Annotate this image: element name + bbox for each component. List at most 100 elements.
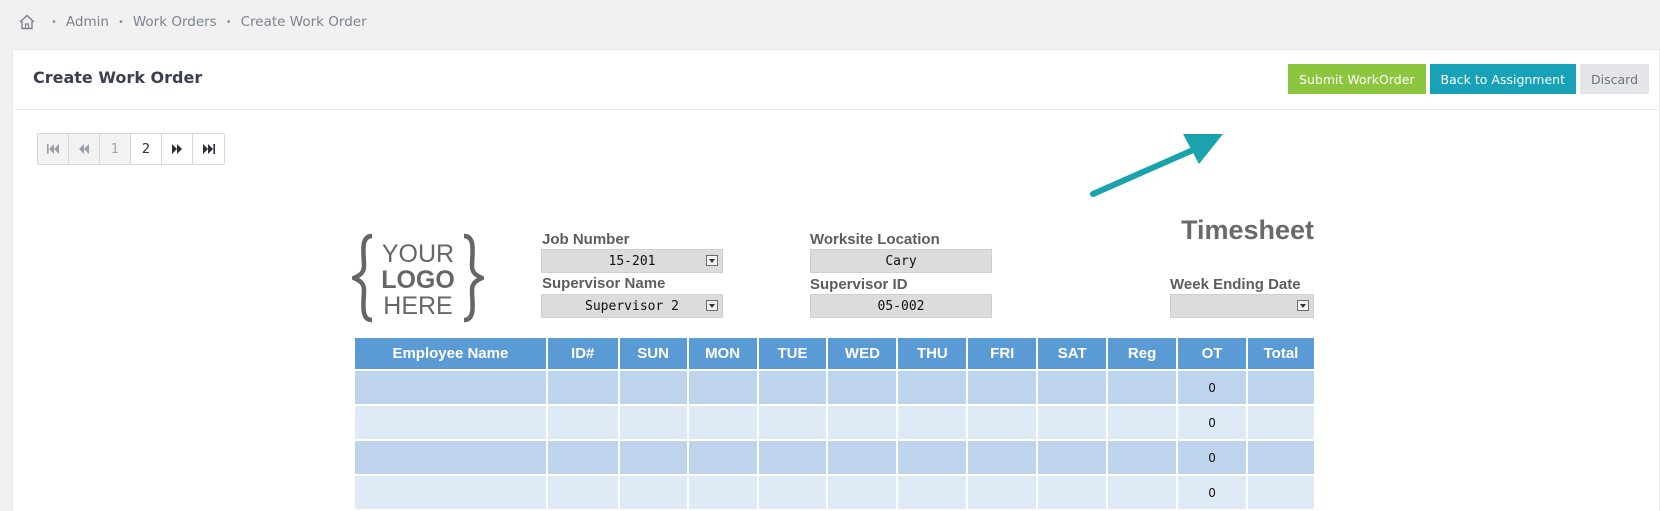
ot-cell: 0: [1178, 371, 1246, 404]
home-icon[interactable]: [18, 13, 36, 31]
page-2-button[interactable]: 2: [131, 134, 162, 164]
reg-cell: [1108, 371, 1177, 404]
tue-cell[interactable]: [758, 371, 827, 404]
sat-cell[interactable]: [1038, 406, 1107, 439]
header-actions: Submit WorkOrder Back to Assignment Disc…: [1288, 64, 1649, 94]
job-number-label: Job Number: [542, 231, 630, 248]
worksite-location-field[interactable]: Cary: [810, 249, 992, 273]
breadcrumb-admin[interactable]: Admin: [66, 14, 109, 30]
employee-name-cell[interactable]: [355, 441, 546, 474]
column-header-fri: FRI: [968, 338, 1037, 369]
sun-cell[interactable]: [619, 476, 687, 509]
timesheet-table: Employee Name ID# SUN MON TUE WED THU FR…: [353, 336, 1316, 511]
first-page-button[interactable]: [38, 134, 69, 164]
tue-cell[interactable]: [758, 406, 827, 439]
thu-cell[interactable]: [898, 371, 967, 404]
sun-cell[interactable]: [619, 371, 687, 404]
breadcrumb-separator: •: [51, 16, 57, 28]
supervisor-name-select[interactable]: Supervisor 2: [541, 294, 723, 318]
employee-name-cell[interactable]: [355, 371, 546, 404]
ot-cell: 0: [1178, 441, 1246, 474]
table-row: 0: [355, 371, 1314, 404]
submit-workorder-button[interactable]: Submit WorkOrder: [1288, 64, 1426, 94]
wed-cell[interactable]: [828, 406, 897, 439]
worksite-location-value: Cary: [885, 253, 917, 269]
table-header-row: Employee Name ID# SUN MON TUE WED THU FR…: [355, 338, 1314, 369]
back-to-assignment-button[interactable]: Back to Assignment: [1429, 64, 1576, 94]
company-logo: YOUR LOGO HERE: [352, 233, 484, 323]
sat-cell[interactable]: [1038, 371, 1107, 404]
column-header-sat: SAT: [1038, 338, 1107, 369]
job-number-select[interactable]: 15-201: [541, 249, 723, 273]
supervisor-name-label: Supervisor Name: [542, 275, 666, 292]
page-title: Create Work Order: [33, 68, 203, 87]
thu-cell[interactable]: [898, 476, 967, 509]
mon-cell[interactable]: [688, 441, 757, 474]
page-1-button[interactable]: 1: [100, 134, 131, 164]
chevron-down-icon[interactable]: [1297, 300, 1309, 311]
breadcrumb-work-orders[interactable]: Work Orders: [133, 14, 217, 30]
breadcrumb: • Admin • Work Orders • Create Work Orde…: [18, 11, 367, 33]
sat-cell[interactable]: [1038, 441, 1107, 474]
employee-id-cell[interactable]: [547, 441, 618, 474]
fri-cell[interactable]: [968, 476, 1037, 509]
chevron-down-icon[interactable]: [706, 300, 718, 311]
total-cell: [1247, 371, 1314, 404]
week-ending-date-label: Week Ending Date: [1170, 276, 1301, 293]
employee-id-cell[interactable]: [547, 476, 618, 509]
mon-cell[interactable]: [688, 476, 757, 509]
wed-cell[interactable]: [828, 441, 897, 474]
last-page-button[interactable]: [193, 134, 224, 164]
tue-cell[interactable]: [758, 476, 827, 509]
previous-page-button[interactable]: [69, 134, 100, 164]
job-number-value: 15-201: [608, 253, 656, 269]
fri-cell[interactable]: [968, 441, 1037, 474]
sun-cell[interactable]: [619, 406, 687, 439]
column-header-id: ID#: [547, 338, 618, 369]
column-header-tue: TUE: [758, 338, 827, 369]
sat-cell[interactable]: [1038, 476, 1107, 509]
logo-line-2: LOGO: [381, 266, 455, 294]
next-page-button[interactable]: [162, 134, 193, 164]
thu-cell[interactable]: [898, 441, 967, 474]
first-page-icon: [47, 144, 59, 154]
column-header-reg: Reg: [1108, 338, 1177, 369]
column-header-total: Total: [1247, 338, 1314, 369]
column-header-sun: SUN: [619, 338, 687, 369]
supervisor-id-label: Supervisor ID: [810, 276, 908, 293]
supervisor-id-field[interactable]: 05-002: [810, 294, 992, 318]
employee-name-cell[interactable]: [355, 406, 546, 439]
employee-id-cell[interactable]: [547, 371, 618, 404]
next-page-icon: [172, 144, 182, 154]
breadcrumb-create-work-order: Create Work Order: [240, 14, 367, 30]
timesheet-title: Timesheet: [1180, 215, 1314, 245]
column-header-wed: WED: [828, 338, 897, 369]
previous-page-icon: [79, 144, 89, 154]
tue-cell[interactable]: [758, 441, 827, 474]
wed-cell[interactable]: [828, 371, 897, 404]
chevron-down-icon[interactable]: [706, 255, 718, 266]
logo-line-3: HERE: [383, 292, 452, 320]
discard-button[interactable]: Discard: [1580, 64, 1649, 94]
total-cell: [1247, 441, 1314, 474]
column-header-thu: THU: [898, 338, 967, 369]
ot-cell: 0: [1178, 476, 1246, 509]
mon-cell[interactable]: [688, 371, 757, 404]
column-header-ot: OT: [1178, 338, 1246, 369]
logo-line-1: YOUR: [382, 240, 454, 268]
sun-cell[interactable]: [619, 441, 687, 474]
breadcrumb-separator: •: [117, 16, 124, 28]
employee-id-cell[interactable]: [547, 406, 618, 439]
mon-cell[interactable]: [688, 406, 757, 439]
total-cell: [1247, 476, 1314, 509]
fri-cell[interactable]: [968, 371, 1037, 404]
last-page-icon: [202, 144, 215, 154]
reg-cell: [1108, 476, 1177, 509]
annotation-arrow-icon: [1090, 134, 1223, 197]
wed-cell[interactable]: [828, 476, 897, 509]
employee-name-cell[interactable]: [355, 476, 546, 509]
week-ending-date-select[interactable]: [1170, 294, 1314, 318]
thu-cell[interactable]: [898, 406, 967, 439]
column-header-mon: MON: [688, 338, 757, 369]
fri-cell[interactable]: [968, 406, 1037, 439]
